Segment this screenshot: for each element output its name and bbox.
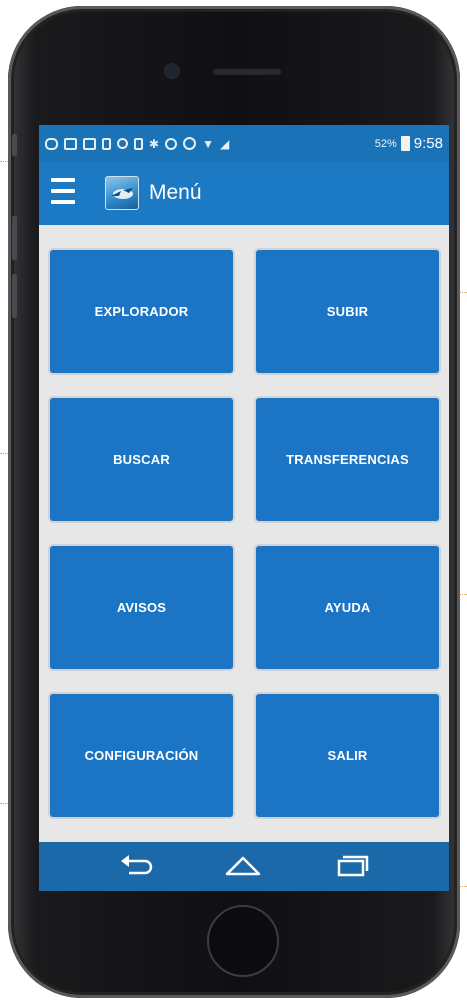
explorador-button[interactable]: EXPLORADOR: [50, 250, 233, 373]
bluetooth-icon: ✱: [149, 136, 160, 151]
sync-icon: [117, 138, 128, 149]
wifi-icon: ▼: [202, 136, 214, 151]
salir-button[interactable]: SALIR: [256, 694, 439, 817]
subir-button[interactable]: SUBIR: [256, 250, 439, 373]
image-icon: [64, 137, 77, 150]
home-button[interactable]: [207, 905, 279, 977]
status-clock: 9:58: [413, 135, 443, 152]
signal-icon: ◢: [219, 136, 230, 151]
volume-up-button: [12, 216, 17, 260]
rotation-icon: [165, 137, 178, 150]
back-icon[interactable]: [117, 852, 157, 882]
navigation-bar: [39, 842, 449, 891]
configuracion-button[interactable]: CONFIGURACIÓN: [50, 694, 233, 817]
recents-icon[interactable]: [331, 852, 371, 882]
status-bar: ✱ ▼ ◢ 52% 9:58: [39, 125, 449, 162]
avisos-button[interactable]: AVISOS: [50, 546, 233, 669]
menu-grid: EXPLORADOR SUBIR BUSCAR TRANSFERENCIAS A…: [39, 225, 449, 842]
message-icon: [45, 137, 58, 150]
earpiece-speaker: [212, 67, 282, 75]
menu-drawer-icon[interactable]: [51, 176, 75, 208]
sd-card-icon: [134, 137, 143, 150]
volume-down-button: [12, 274, 17, 318]
buscar-button[interactable]: BUSCAR: [50, 398, 233, 521]
download-icon: [102, 137, 111, 150]
page-title: Menú: [149, 181, 202, 204]
app-logo-icon: [105, 176, 139, 210]
mail-icon: [83, 137, 96, 150]
alarm-icon: [183, 137, 197, 150]
mute-switch: [12, 134, 17, 156]
notification-icons: ✱ ▼ ◢: [45, 137, 229, 151]
battery-icon: [400, 136, 410, 151]
transferencias-button[interactable]: TRANSFERENCIAS: [256, 398, 439, 521]
ayuda-button[interactable]: AYUDA: [256, 546, 439, 669]
battery-percent: 52%: [374, 137, 397, 150]
home-icon[interactable]: [223, 852, 263, 882]
app-screen: ✱ ▼ ◢ 52% 9:58 Menú EXPLORADOR SUBIR BUS…: [39, 125, 449, 891]
front-camera: [166, 65, 178, 77]
app-bar: Menú: [39, 162, 449, 225]
